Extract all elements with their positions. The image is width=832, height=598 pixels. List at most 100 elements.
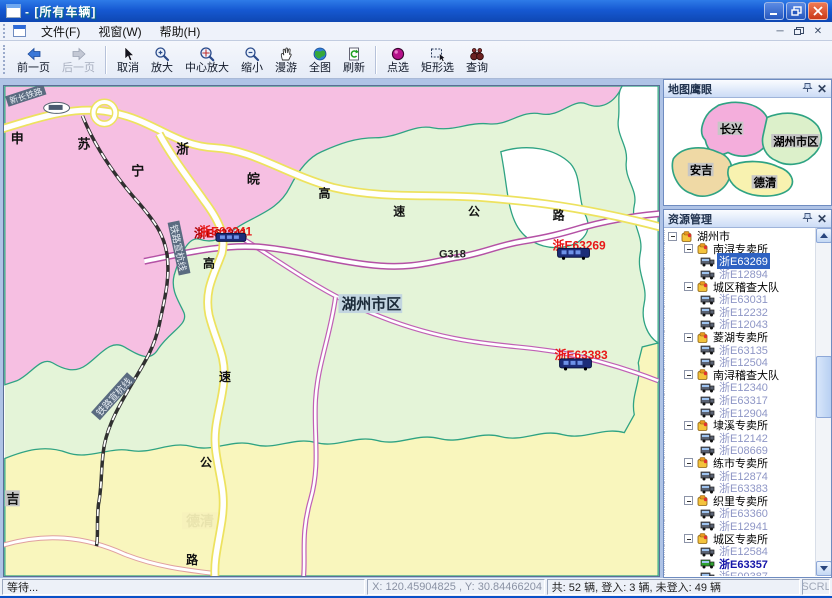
toolbar-button-zoom-center[interactable]: 中心放大 <box>179 43 235 77</box>
title-bar: - [所有车辆] <box>0 0 832 22</box>
vehicle-icon <box>700 344 715 355</box>
right-dock: 地图鹰眼 ✕ 长兴 湖州市区 <box>663 79 832 578</box>
tree-indent <box>664 532 684 545</box>
overview-panel-title-text: 地图鹰眼 <box>668 81 712 97</box>
tree-indent <box>664 570 700 576</box>
organization-icon <box>696 419 709 432</box>
expand-collapse-icon[interactable] <box>684 244 693 253</box>
app-window: - [所有车辆] 文件(F) 视窗(W) 帮助(H) ─ ✕ 前一页后一页 取消放… <box>0 0 832 598</box>
lake-label-mark <box>49 105 63 110</box>
toolbar-button-label: 全图 <box>309 62 331 75</box>
menu-window[interactable]: 视窗(W) <box>89 22 150 41</box>
toolbar-button-label: 前一页 <box>17 62 50 75</box>
expand-collapse-icon[interactable] <box>684 421 693 430</box>
overview-panel: 地图鹰眼 ✕ 长兴 湖州市区 <box>663 79 832 206</box>
expand-collapse-icon[interactable] <box>684 496 693 505</box>
close-button[interactable] <box>808 2 828 20</box>
tree-indent <box>664 394 700 407</box>
vehicle-marker-overlap[interactable]: 浙E63241 浙E63241 <box>194 223 252 241</box>
toolbar-button-refresh[interactable]: 刷新 <box>337 43 371 77</box>
svg-text:苏: 苏 <box>78 137 91 152</box>
vehicle-icon <box>700 508 715 519</box>
svg-text:宁: 宁 <box>131 164 144 179</box>
expand-collapse-icon[interactable] <box>684 370 693 379</box>
arrow-left-icon <box>26 45 42 62</box>
overview-map[interactable]: 长兴 湖州市区 安吉 德清 <box>664 98 831 205</box>
vehicle-icon <box>700 470 715 481</box>
toolbar-button-label: 后一页 <box>62 62 95 75</box>
overview-close-icon[interactable]: ✕ <box>817 84 827 94</box>
minimize-button[interactable] <box>764 2 784 20</box>
resource-close-icon[interactable]: ✕ <box>817 214 827 224</box>
organization-icon <box>696 242 709 255</box>
toolbar-button-pan-hand[interactable]: 漫游 <box>269 43 303 77</box>
toolbar-button-label: 漫游 <box>275 62 297 75</box>
tree-vehicle-row[interactable]: 浙E09387 <box>664 570 815 576</box>
menubar-grip[interactable] <box>3 24 8 38</box>
organization-icon <box>680 230 693 243</box>
map-canvas[interactable]: 德清 <box>3 85 660 577</box>
toolbar-button-arrow-right[interactable]: 后一页 <box>56 43 101 77</box>
mdi-close-button[interactable]: ✕ <box>810 24 826 38</box>
status-message: 等待... <box>2 579 365 595</box>
pan-hand-icon <box>278 45 294 62</box>
toolbar-button-binoculars[interactable]: 查询 <box>460 43 494 77</box>
status-scroll-lock: SCRL <box>802 579 830 595</box>
svg-text:速: 速 <box>393 203 405 218</box>
scroll-up-button[interactable] <box>816 228 831 243</box>
expand-collapse-icon[interactable] <box>684 534 693 543</box>
toolbar-button-label: 矩形选 <box>421 62 454 75</box>
toolbar-button-globe[interactable]: 全图 <box>303 43 337 77</box>
tree-indent <box>664 306 700 319</box>
toolbar-button-arrow-left[interactable]: 前一页 <box>11 43 56 77</box>
toolbar-button-rect-select[interactable]: 矩形选 <box>415 43 460 77</box>
svg-text:公: 公 <box>200 455 212 469</box>
globe-icon <box>312 45 328 62</box>
tree-indent <box>664 318 700 331</box>
mdi-child-icon[interactable] <box>13 25 26 37</box>
tree-indent <box>664 356 700 369</box>
tree-indent <box>664 545 700 558</box>
expand-collapse-icon[interactable] <box>684 333 693 342</box>
pin-icon[interactable] <box>802 82 813 96</box>
mdi-restore-button[interactable] <box>791 24 807 38</box>
svg-text:高: 高 <box>203 255 215 270</box>
expand-collapse-icon[interactable] <box>668 232 677 241</box>
toolbar-button-point-select[interactable]: 点选 <box>381 43 415 77</box>
tree-indent <box>664 331 684 344</box>
tree-indent <box>664 369 684 382</box>
pin-icon[interactable] <box>802 212 813 226</box>
scroll-down-button[interactable] <box>816 561 831 576</box>
expand-collapse-icon[interactable] <box>684 282 693 291</box>
menu-help[interactable]: 帮助(H) <box>151 22 210 41</box>
toolbar-grip[interactable] <box>3 45 8 75</box>
svg-text:路: 路 <box>186 552 199 567</box>
tree-indent <box>664 343 700 356</box>
overview-label-huzhou: 湖州市区 <box>773 134 818 148</box>
resource-panel-title: 资源管理 ✕ <box>664 210 831 228</box>
tree-indent <box>664 432 700 445</box>
zoom-out-icon <box>244 45 260 62</box>
map-label-huzhou-city: 湖州市区 <box>338 294 402 313</box>
toolbar-button-cursor[interactable]: 取消 <box>111 43 145 77</box>
g318-label: G318 <box>439 248 466 260</box>
scroll-thumb[interactable] <box>816 356 831 418</box>
zoom-center-icon <box>199 45 215 62</box>
menu-file[interactable]: 文件(F) <box>32 22 89 41</box>
tree-scrollbar[interactable] <box>815 228 831 576</box>
tree-indent <box>664 444 700 457</box>
restore-button[interactable] <box>786 2 806 20</box>
mdi-minimize-button[interactable]: ─ <box>772 24 788 38</box>
toolbar-button-label: 刷新 <box>343 62 365 75</box>
expand-collapse-icon[interactable] <box>684 458 693 467</box>
toolbar-button-zoom-out[interactable]: 缩小 <box>235 43 269 77</box>
organization-icon <box>696 532 709 545</box>
tree-indent <box>664 457 684 470</box>
toolbar-button-label: 点选 <box>387 62 409 75</box>
tree-indent <box>664 243 684 256</box>
zoom-in-icon <box>154 45 170 62</box>
tree-indent <box>664 520 700 533</box>
status-vehicle-counts: 共: 52 辆, 登入: 3 辆, 未登入: 49 辆 <box>547 579 800 595</box>
vehicle-online-icon <box>700 558 715 569</box>
toolbar-button-zoom-in[interactable]: 放大 <box>145 43 179 77</box>
